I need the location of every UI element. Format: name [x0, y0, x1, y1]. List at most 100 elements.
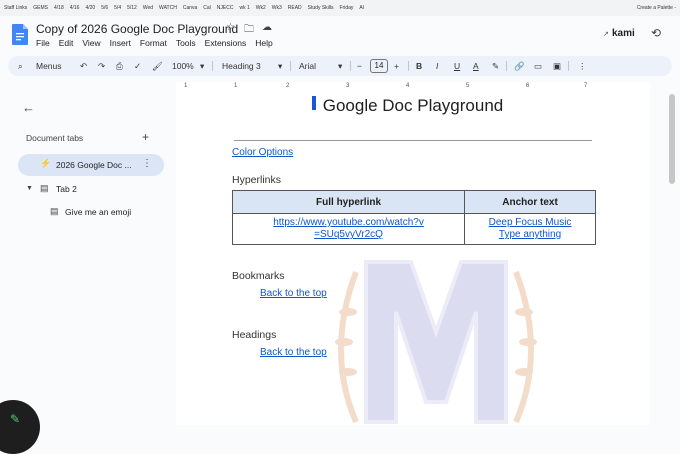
bookmark-item[interactable]: Wed [141, 4, 155, 12]
bookmark-item[interactable]: Friday [338, 4, 356, 12]
ruler-number: 1 [184, 83, 188, 89]
bookmark-item[interactable]: Canva [181, 4, 199, 12]
add-tab-icon[interactable]: + [142, 130, 149, 144]
more-icon[interactable]: ⋮ [142, 158, 152, 169]
decrease-font-button[interactable]: − [357, 56, 362, 76]
back-to-top-link-2[interactable]: Back to the top [260, 347, 327, 358]
table-header: Full hyperlink [231, 190, 466, 214]
bookmark-item[interactable]: wk 1 [237, 4, 251, 12]
document-page[interactable]: Google Doc Playground Color Options Hype… [176, 92, 650, 425]
bookmarks-bar: Staff Links GEMS 4/18 4/16 4/20 5/6 5/4 5/12 Wed… [0, 0, 680, 17]
color-options-link[interactable]: Color Options [232, 147, 293, 158]
menu-file[interactable]: File [36, 38, 50, 48]
pen-icon: ✎ [10, 412, 21, 426]
back-arrow-icon[interactable]: ← [22, 100, 35, 115]
ruler-number: 6 [526, 83, 530, 89]
highlight-icon[interactable]: ✎ [492, 56, 499, 76]
m-watermark-image [335, 260, 537, 424]
sidebar: ← Document tabs + ⚡ 2026 Google Doc ... … [0, 92, 175, 425]
doc-heading: Google Doc Playground [322, 96, 504, 115]
bookmark-item[interactable]: Wk2 [254, 4, 268, 12]
menu-format[interactable]: Format [140, 38, 167, 48]
ruler-number: 2 [286, 83, 290, 89]
bookmark-item[interactable]: Study Skills [306, 4, 336, 12]
scroll-thumb[interactable] [669, 94, 675, 184]
paint-format-icon[interactable]: 🖌 [152, 56, 163, 76]
tab-2[interactable]: Tab 2 [56, 184, 77, 194]
subtab-emoji[interactable]: Give me an emoji [65, 207, 131, 217]
back-to-top-link[interactable]: Back to the top [260, 288, 327, 299]
spellcheck-icon[interactable]: ✓ [134, 56, 141, 76]
italic-button[interactable]: I [436, 56, 438, 76]
bookmark-item[interactable]: 4/18 [52, 4, 66, 12]
bookmark-item[interactable]: GEMS [31, 4, 50, 12]
tab-icon: ▤ [50, 206, 59, 216]
kami-icon[interactable]: ↗ [603, 30, 609, 38]
menu-tools[interactable]: Tools [176, 38, 196, 48]
folder-icon[interactable]: 🗀 [244, 22, 254, 39]
print-icon[interactable]: ⎙ [116, 56, 123, 76]
more-icon[interactable]: ⋮ [578, 56, 587, 76]
chevron-down-icon: ▾ [278, 61, 283, 71]
menus-search[interactable]: Menus [36, 56, 62, 76]
undo-icon[interactable]: ↶ [80, 56, 87, 76]
ruler-number: 1 [234, 83, 238, 89]
increase-font-button[interactable]: + [394, 56, 399, 76]
bookmark-item[interactable]: 4/20 [83, 4, 97, 12]
bookmark-item[interactable]: NJECC [215, 4, 236, 12]
menu-edit[interactable]: Edit [59, 38, 74, 48]
ruler-number: 7 [584, 83, 588, 89]
deep-focus-link[interactable]: Deep Focus Music [489, 217, 572, 228]
text-color-button[interactable]: A [473, 56, 479, 76]
star-icon[interactable]: ☆ [226, 22, 235, 33]
tab-icon: ▤ [40, 183, 49, 193]
bookmark-item[interactable]: Cal [201, 4, 213, 12]
bookmark-item[interactable]: READ [286, 4, 304, 12]
tab-2026-google-doc[interactable]: ⚡ 2026 Google Doc ... ⋮ [18, 154, 164, 176]
bookmark-item[interactable]: 4/16 [68, 4, 82, 12]
tab-label: 2026 Google Doc ... [56, 160, 132, 170]
bookmark-item[interactable]: 5/4 [112, 4, 123, 12]
image-icon[interactable]: ▣ [553, 56, 561, 76]
history-icon[interactable]: ⟲ [651, 26, 661, 40]
cloud-icon[interactable]: ☁ [262, 22, 272, 33]
menu-bar: File Edit View Insert Format Tools Extensions H… [36, 38, 273, 48]
redo-icon[interactable]: ↷ [98, 56, 105, 76]
kami-button[interactable]: kami [612, 28, 635, 39]
bold-button[interactable]: B [416, 56, 422, 76]
bookmark-item[interactable]: 5/6 [99, 4, 110, 12]
docs-logo-icon[interactable] [12, 24, 28, 45]
doc-title[interactable]: Copy of 2026 Google Doc Playground [36, 22, 238, 36]
headings-heading: Headings [232, 329, 277, 341]
caret-down-icon[interactable]: ▼ [26, 185, 33, 192]
search-icon[interactable]: ⌕ [18, 56, 23, 76]
hyperlinks-heading: Hyperlinks [232, 174, 282, 186]
bookmark-item[interactable]: Create a Palette - [637, 5, 680, 11]
underline-button[interactable]: U [454, 56, 460, 76]
lightning-icon: ⚡ [40, 158, 52, 168]
bookmark-item[interactable]: 5/12 [125, 4, 139, 12]
youtube-url-link-cont[interactable]: =SUq5vyVr2cQ [314, 229, 383, 240]
comment-icon[interactable]: ▭ [534, 56, 542, 76]
zoom-select[interactable]: 100% [172, 56, 194, 76]
scrollbar[interactable] [664, 92, 680, 425]
bookmark-item[interactable]: AI [357, 4, 366, 12]
chevron-down-icon: ▾ [200, 61, 205, 71]
bookmarks-heading: Bookmarks [232, 270, 285, 282]
menu-insert[interactable]: Insert [110, 38, 131, 48]
link-icon[interactable]: 🔗 [514, 56, 525, 76]
bookmark-item[interactable]: Wk3 [270, 4, 284, 12]
menu-extensions[interactable]: Extensions [205, 38, 247, 48]
bookmark-item[interactable]: WATCH [157, 4, 179, 12]
ruler-number: 4 [406, 83, 410, 89]
youtube-url-link[interactable]: https://www.youtube.com/watch?v [273, 217, 424, 228]
bookmark-item[interactable]: Staff Links [2, 4, 29, 12]
doc-header: Copy of 2026 Google Doc Playground ☆ 🗀 ☁… [0, 16, 680, 54]
font-select[interactable]: Arial [299, 56, 316, 76]
hyperlink-table: Full hyperlink Anchor text https://www.y… [231, 190, 596, 245]
menu-help[interactable]: Help [255, 38, 272, 48]
menu-view[interactable]: View [82, 38, 100, 48]
font-size-input[interactable]: 14 [370, 59, 388, 73]
type-anything-link[interactable]: Type anything [499, 229, 561, 240]
style-select[interactable]: Heading 3 [222, 56, 261, 76]
